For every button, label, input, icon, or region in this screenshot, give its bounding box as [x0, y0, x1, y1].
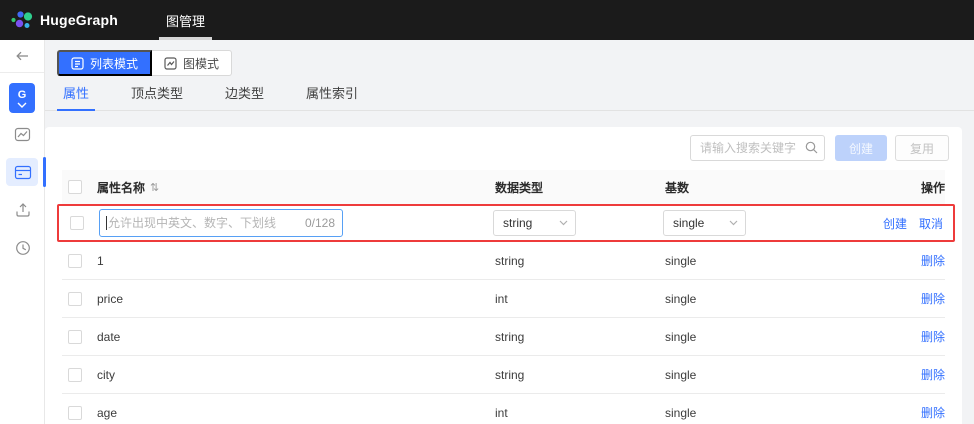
- create-button[interactable]: 创建: [835, 135, 887, 161]
- property-name-field: 0/128: [99, 209, 343, 237]
- left-sidebar: G: [0, 40, 45, 424]
- properties-table: 属性名称 ⇅ 数据类型 基数 操作 0/128: [45, 170, 962, 424]
- table-row: city string single 删除: [62, 356, 945, 394]
- delete-link[interactable]: 删除: [921, 252, 945, 269]
- graph-mode-button[interactable]: 图模式: [152, 50, 232, 76]
- search-icon: [805, 141, 818, 154]
- column-header-cardinality: 基数: [665, 179, 855, 196]
- sidebar-divider: [0, 72, 44, 73]
- reuse-button[interactable]: 复用: [895, 135, 949, 161]
- graph-mode-label: 图模式: [183, 55, 219, 72]
- table-row: age int single 删除: [62, 394, 945, 424]
- row-checkbox[interactable]: [68, 330, 82, 344]
- tab-edge-types[interactable]: 边类型: [219, 83, 270, 110]
- column-header-name[interactable]: 属性名称 ⇅: [97, 179, 495, 196]
- property-name-cell: city: [97, 368, 495, 382]
- row-checkbox[interactable]: [68, 254, 82, 268]
- table-row: price int single 删除: [62, 280, 945, 318]
- select-all-checkbox[interactable]: [68, 180, 82, 194]
- graph-mode-icon: [164, 57, 177, 70]
- property-name-cell: age: [97, 406, 495, 420]
- table-body: 1 string single 删除 price int single 删除 d…: [62, 242, 945, 424]
- sidebar-item-import[interactable]: [0, 193, 45, 227]
- nav-graph-management[interactable]: 图管理: [158, 0, 213, 40]
- main-content: 列表模式 图模式 属性 顶点类型 边类型 属性索引 创建: [45, 40, 974, 424]
- sort-icon[interactable]: ⇅: [150, 181, 159, 194]
- cardinality-value: single: [673, 216, 704, 230]
- list-mode-button[interactable]: 列表模式: [57, 50, 152, 76]
- table-header-row: 属性名称 ⇅ 数据类型 基数 操作: [62, 170, 945, 204]
- row-checkbox[interactable]: [70, 216, 84, 230]
- search-box: [690, 135, 825, 161]
- row-checkbox[interactable]: [68, 406, 82, 420]
- delete-link[interactable]: 删除: [921, 366, 945, 383]
- back-button[interactable]: [0, 40, 44, 72]
- import-upload-icon: [15, 202, 31, 218]
- row-checkbox[interactable]: [68, 292, 82, 306]
- data-type-cell: string: [495, 330, 665, 344]
- delete-link[interactable]: 删除: [921, 404, 945, 421]
- cardinality-cell: single: [665, 368, 855, 382]
- data-type-value: string: [503, 216, 532, 230]
- delete-link[interactable]: 删除: [921, 328, 945, 345]
- list-mode-icon: [71, 57, 84, 70]
- chevron-down-icon: [559, 220, 568, 226]
- sidebar-item-metadata[interactable]: [0, 155, 45, 189]
- property-name-cell: date: [97, 330, 495, 344]
- new-property-row: 0/128 string single 创建: [57, 204, 955, 242]
- table-row: date string single 删除: [62, 318, 945, 356]
- table-row: 1 string single 删除: [62, 242, 945, 280]
- cardinality-cell: single: [665, 254, 855, 268]
- view-mode-toggle: 列表模式 图模式: [57, 50, 962, 76]
- top-navbar: HugeGraph 图管理: [0, 0, 974, 40]
- nav-graph-management-label: 图管理: [166, 11, 205, 30]
- mode-tab-strip: 列表模式 图模式 属性 顶点类型 边类型 属性索引: [45, 40, 974, 111]
- confirm-create-link[interactable]: 创建: [883, 215, 907, 232]
- chevron-down-icon: [729, 220, 738, 226]
- tab-properties[interactable]: 属性: [57, 83, 95, 110]
- nav-active-underline: [159, 37, 212, 40]
- sidebar-item-analytics[interactable]: [0, 117, 45, 151]
- properties-card: 创建 复用 属性名称 ⇅ 数据类型 基数 操作: [45, 127, 962, 424]
- data-type-cell: int: [495, 292, 665, 306]
- hugegraph-logo-icon: [10, 8, 34, 32]
- tab-property-indexes[interactable]: 属性索引: [300, 83, 364, 110]
- analytics-chart-icon: [14, 126, 31, 143]
- brand-name: HugeGraph: [40, 12, 118, 28]
- property-name-cell: price: [97, 292, 495, 306]
- list-mode-label: 列表模式: [90, 55, 138, 72]
- brand: HugeGraph: [0, 8, 140, 32]
- delete-link[interactable]: 删除: [921, 290, 945, 307]
- data-type-cell: string: [495, 254, 665, 268]
- toolbar: 创建 复用: [45, 127, 962, 170]
- graph-selector-label: G: [18, 88, 27, 102]
- property-name-cell: 1: [97, 254, 495, 268]
- column-header-data-type: 数据类型: [495, 179, 665, 196]
- metadata-schema-icon: [14, 165, 32, 180]
- row-checkbox[interactable]: [68, 368, 82, 382]
- sidebar-item-task-history[interactable]: [0, 231, 45, 265]
- cardinality-cell: single: [665, 292, 855, 306]
- schema-tabs: 属性 顶点类型 边类型 属性索引: [57, 83, 962, 110]
- data-type-cell: int: [495, 406, 665, 420]
- data-type-cell: string: [495, 368, 665, 382]
- data-type-select[interactable]: string: [493, 210, 576, 236]
- chevron-down-icon: [17, 102, 27, 108]
- graph-selector-badge[interactable]: G: [9, 83, 35, 113]
- cardinality-cell: single: [665, 406, 855, 420]
- task-history-clock-icon: [15, 240, 31, 256]
- cancel-link[interactable]: 取消: [919, 215, 943, 232]
- text-caret: [106, 216, 107, 230]
- cardinality-select[interactable]: single: [663, 210, 746, 236]
- tab-vertex-types[interactable]: 顶点类型: [125, 83, 189, 110]
- back-arrow-icon: [15, 49, 30, 63]
- column-header-operation: 操作: [855, 179, 945, 196]
- char-counter: 0/128: [305, 216, 335, 230]
- cardinality-cell: single: [665, 330, 855, 344]
